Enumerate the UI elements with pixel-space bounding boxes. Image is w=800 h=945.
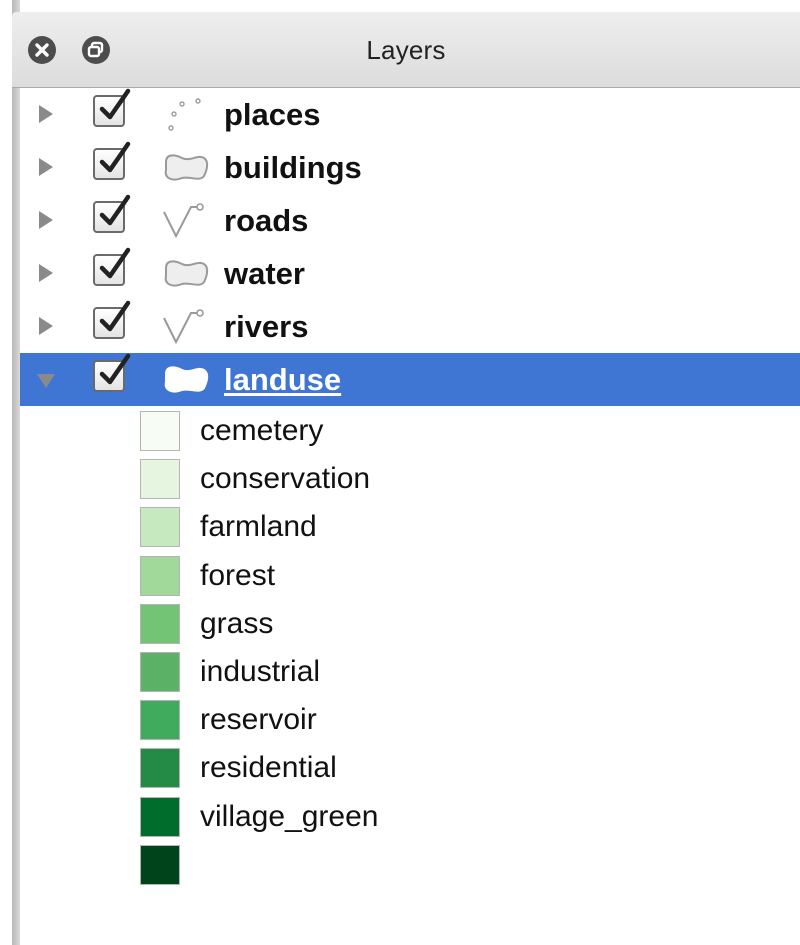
- polygon-layer-icon: [160, 150, 212, 186]
- layer-visibility-checkbox[interactable]: [93, 194, 131, 233]
- legend-color-swatch: [140, 507, 180, 547]
- layer-visibility-checkbox[interactable]: [93, 300, 131, 339]
- layer-visibility-checkbox[interactable]: [93, 141, 131, 180]
- layer-name[interactable]: landuse: [224, 362, 341, 398]
- layers-panel: Layers places buildings roads water rivers la…: [0, 0, 800, 945]
- legend-label: industrial: [200, 655, 321, 688]
- layer-name[interactable]: water: [224, 256, 305, 292]
- polygon-layer-icon: [160, 256, 212, 292]
- collapsed-arrow-icon[interactable]: [39, 264, 53, 282]
- legend-color-swatch: [140, 411, 180, 451]
- layer-row-roads[interactable]: roads: [20, 194, 800, 247]
- legend-label: cemetery: [200, 414, 324, 447]
- legend-label: village_green: [200, 800, 379, 833]
- legend-color-swatch: [140, 845, 180, 885]
- panel-titlebar[interactable]: Layers: [12, 12, 800, 88]
- legend-item[interactable]: cemetery: [20, 408, 800, 456]
- legend-item[interactable]: conservation: [20, 456, 800, 504]
- point-layer-icon: [160, 97, 212, 133]
- legend-label: residential: [200, 751, 337, 784]
- window-edge: [0, 0, 12, 945]
- collapsed-arrow-icon[interactable]: [39, 211, 53, 229]
- layer-visibility-checkbox[interactable]: [93, 247, 131, 286]
- layer-visibility-checkbox[interactable]: [93, 88, 131, 127]
- line-layer-icon: [160, 309, 212, 345]
- panel-frame: [12, 0, 20, 945]
- legend-item[interactable]: forest: [20, 553, 800, 601]
- legend-color-swatch: [140, 604, 180, 644]
- layer-row-places[interactable]: places: [20, 88, 800, 141]
- layer-name[interactable]: buildings: [224, 150, 362, 186]
- legend-item[interactable]: residential: [20, 745, 800, 793]
- panel-title: Layers: [366, 35, 446, 65]
- collapsed-arrow-icon[interactable]: [39, 105, 53, 123]
- layer-row-landuse[interactable]: landuse: [20, 353, 800, 406]
- legend-label: farmland: [200, 510, 317, 543]
- legend-item[interactable]: [20, 842, 800, 890]
- legend-label: conservation: [200, 462, 371, 495]
- legend-label: grass: [200, 607, 274, 640]
- layer-row-water[interactable]: water: [20, 247, 800, 300]
- polygon-layer-icon: [160, 362, 212, 398]
- legend-color-swatch: [140, 556, 180, 596]
- legend-item[interactable]: village_green: [20, 794, 800, 842]
- collapsed-arrow-icon[interactable]: [39, 158, 53, 176]
- legend-color-swatch: [140, 748, 180, 788]
- layer-visibility-checkbox[interactable]: [93, 353, 131, 392]
- legend-item[interactable]: industrial: [20, 649, 800, 697]
- legend-item[interactable]: farmland: [20, 504, 800, 552]
- layer-row-rivers[interactable]: rivers: [20, 300, 800, 353]
- layer-row-buildings[interactable]: buildings: [20, 141, 800, 194]
- legend-label: reservoir: [200, 703, 317, 736]
- legend-item[interactable]: grass: [20, 601, 800, 649]
- layer-tree: places buildings roads water rivers landuse ce…: [20, 88, 800, 945]
- legend-color-swatch: [140, 797, 180, 837]
- layer-name[interactable]: rivers: [224, 309, 308, 345]
- legend-color-swatch: [140, 459, 180, 499]
- legend-color-swatch: [140, 652, 180, 692]
- expanded-arrow-icon[interactable]: [37, 374, 55, 388]
- legend-item[interactable]: reservoir: [20, 697, 800, 745]
- legend-label: forest: [200, 559, 276, 592]
- line-layer-icon: [160, 203, 212, 239]
- layer-name[interactable]: roads: [224, 203, 308, 239]
- legend-color-swatch: [140, 700, 180, 740]
- layer-name[interactable]: places: [224, 97, 321, 133]
- collapsed-arrow-icon[interactable]: [39, 317, 53, 335]
